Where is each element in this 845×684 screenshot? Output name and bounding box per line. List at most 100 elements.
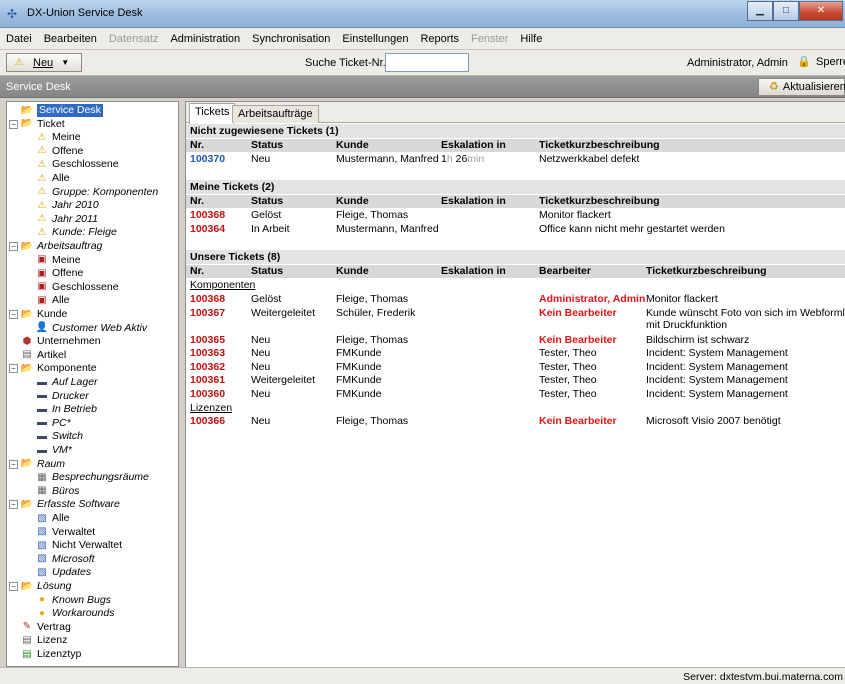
tree-item[interactable]: ▣ Offene bbox=[35, 267, 83, 280]
col-nr[interactable]: Nr. bbox=[190, 195, 204, 208]
tree-item[interactable]: ▬ Auf Lager bbox=[35, 376, 98, 389]
tree-item[interactable]: ▦ Büros bbox=[35, 485, 79, 498]
col-kunde[interactable]: Kunde bbox=[336, 195, 369, 208]
tree-item[interactable]: − 📂 Kunde bbox=[9, 308, 67, 321]
tree-item[interactable]: − 📂 Arbeitsauftrag bbox=[9, 240, 102, 253]
tree-item[interactable]: ▤ Lizenz bbox=[9, 634, 67, 647]
table-row[interactable]: 100363 Neu FMKunde Tester, Theo Incident: Sy… bbox=[186, 347, 845, 360]
tree-item[interactable]: − 📂 Lösung bbox=[9, 580, 71, 593]
tree-item[interactable]: ▬ In Betrieb bbox=[35, 403, 97, 416]
menu-item-hilfe[interactable]: Hilfe bbox=[520, 33, 542, 45]
tree-item[interactable]: 📂 Service Desk bbox=[9, 104, 103, 117]
tree-item[interactable]: ▣ Alle bbox=[35, 294, 69, 307]
ticket-number[interactable]: 100363 bbox=[190, 347, 225, 360]
table-row[interactable]: 100361 Weitergeleitet FMKunde Tester, Theo I… bbox=[186, 374, 845, 387]
table-row[interactable]: 100365 Neu Fleige, Thomas Kein Bearbeiter Bi… bbox=[186, 334, 845, 347]
ticket-number[interactable]: 100362 bbox=[190, 361, 225, 374]
ticket-number[interactable]: 100360 bbox=[190, 388, 225, 401]
collapse-toggle-icon[interactable]: − bbox=[9, 310, 18, 319]
table-row[interactable]: 100366 Neu Fleige, Thomas Kein Bearbeiter Mi… bbox=[186, 415, 845, 428]
col-beschreibung[interactable]: Ticketkurzbeschreibung bbox=[539, 195, 660, 208]
tree-item[interactable]: ⚠ Kunde: Fleige bbox=[35, 226, 117, 239]
dropdown-arrow-icon[interactable]: ▼ bbox=[61, 58, 69, 67]
ticket-number[interactable]: 100370 bbox=[190, 153, 225, 166]
maximize-button[interactable]: □ bbox=[773, 1, 799, 21]
ticket-number[interactable]: 100365 bbox=[190, 334, 225, 347]
table-row[interactable]: 100367 Weitergeleitet Schüler, Frederik Kei… bbox=[186, 307, 845, 331]
tree-item[interactable]: ▤ Lizenztyp bbox=[9, 648, 81, 661]
table-row[interactable]: 100364 In Arbeit Mustermann, Manfred Off… bbox=[186, 223, 845, 236]
tree-item[interactable]: ⬢ Unternehmen bbox=[9, 335, 101, 348]
ticket-number[interactable]: 100364 bbox=[190, 223, 225, 236]
col-eskalation[interactable]: Eskalation in bbox=[441, 265, 506, 278]
table-row[interactable]: 100362 Neu FMKunde Tester, Theo Incident: Sy… bbox=[186, 361, 845, 374]
group-komponenten[interactable]: Komponenten bbox=[190, 279, 255, 291]
table-row[interactable]: 100368 Gelöst Fleige, Thomas Monitor fla… bbox=[186, 209, 845, 222]
tree-item[interactable]: ▬ VM* bbox=[35, 444, 72, 457]
collapse-toggle-icon[interactable]: − bbox=[9, 582, 18, 591]
col-nr[interactable]: Nr. bbox=[190, 265, 204, 278]
tree-item[interactable]: ⚠ Geschlossene bbox=[35, 158, 119, 171]
tree-item[interactable]: 👤 Customer Web Aktiv bbox=[35, 322, 147, 335]
refresh-button[interactable]: ♻ Aktualisieren bbox=[758, 78, 845, 96]
collapse-toggle-icon[interactable]: − bbox=[9, 119, 18, 129]
ticket-number[interactable]: 100368 bbox=[190, 293, 225, 306]
col-kunde[interactable]: Kunde bbox=[336, 265, 369, 278]
navigation-tree[interactable]: 📂 Service Desk − 📂 Ticket ⚠ Meine ⚠ Offene ⚠ Gesch… bbox=[6, 101, 179, 667]
ticket-search-input[interactable] bbox=[385, 53, 469, 72]
collapse-toggle-icon[interactable]: − bbox=[9, 459, 18, 469]
minimize-button[interactable]: ▁ bbox=[747, 1, 773, 21]
col-bearbeiter[interactable]: Bearbeiter bbox=[539, 265, 591, 278]
tree-item[interactable]: ▬ Drucker bbox=[35, 390, 89, 403]
table-row[interactable]: 100368 Gelöst Fleige, Thomas Administrator,… bbox=[186, 293, 845, 306]
col-status[interactable]: Status bbox=[251, 139, 283, 152]
tree-item[interactable]: ▧ Verwaltet bbox=[35, 526, 95, 539]
tree-item[interactable]: − 📂 Erfasste Software bbox=[9, 498, 120, 511]
close-button[interactable]: ✕ bbox=[799, 1, 843, 21]
tree-item[interactable]: ⚠ Meine bbox=[35, 131, 81, 144]
lock-button[interactable]: 🔒 Sperren bbox=[797, 56, 845, 68]
tree-item[interactable]: ▧ Updates bbox=[35, 566, 91, 579]
tree-item[interactable]: − 📂 Komponente bbox=[9, 362, 97, 375]
menu-item-synchronisation[interactable]: Synchronisation bbox=[252, 33, 330, 45]
tree-item[interactable]: ⚠ Offene bbox=[35, 145, 84, 158]
menu-item-datei[interactable]: Datei bbox=[6, 33, 32, 45]
tree-item[interactable]: ⚠ Jahr 2011 bbox=[35, 213, 98, 226]
ticket-number[interactable]: 100366 bbox=[190, 415, 225, 428]
col-eskalation[interactable]: Eskalation in bbox=[441, 139, 506, 152]
col-beschreibung[interactable]: Ticketkurzbeschreibung bbox=[539, 139, 660, 152]
col-status[interactable]: Status bbox=[251, 265, 283, 278]
new-button[interactable]: ⚠ Neu ▼ bbox=[6, 53, 82, 72]
menu-item-einstellungen[interactable]: Einstellungen bbox=[342, 33, 408, 45]
tree-item[interactable]: ▣ Geschlossene bbox=[35, 281, 118, 294]
col-beschreibung[interactable]: Ticketkurzbeschreibung bbox=[646, 265, 767, 278]
tree-item[interactable]: ✎ Vertrag bbox=[9, 621, 71, 634]
menu-item-reports[interactable]: Reports bbox=[420, 33, 459, 45]
tree-item[interactable]: ▤ Artikel bbox=[9, 349, 66, 362]
col-kunde[interactable]: Kunde bbox=[336, 139, 369, 152]
tree-item[interactable]: − 📂 Ticket bbox=[9, 118, 65, 131]
ticket-number[interactable]: 100368 bbox=[190, 209, 225, 222]
tree-item[interactable]: ▧ Nicht Verwaltet bbox=[35, 539, 122, 552]
menu-item-bearbeiten[interactable]: Bearbeiten bbox=[44, 33, 97, 45]
ticket-number[interactable]: 100361 bbox=[190, 374, 225, 387]
collapse-toggle-icon[interactable]: − bbox=[9, 242, 18, 251]
tab-work-orders[interactable]: Arbeitsaufträge bbox=[232, 105, 319, 123]
col-nr[interactable]: Nr. bbox=[190, 139, 204, 152]
tree-item[interactable]: ⚠ Jahr 2010 bbox=[35, 199, 99, 212]
tree-item[interactable]: ⚠ Gruppe: Komponenten bbox=[35, 186, 159, 199]
tree-item[interactable]: ▣ Meine bbox=[35, 254, 80, 267]
group-lizenzen[interactable]: Lizenzen bbox=[190, 402, 232, 414]
tree-item[interactable]: ▧ Microsoft bbox=[35, 553, 94, 566]
table-row[interactable]: 100360 Neu FMKunde Tester, Theo Incident: Sy… bbox=[186, 388, 845, 401]
ticket-number[interactable]: 100367 bbox=[190, 307, 225, 320]
tree-item[interactable]: ▦ Besprechungsräume bbox=[35, 471, 149, 484]
col-status[interactable]: Status bbox=[251, 195, 283, 208]
tree-item[interactable]: ▬ PC* bbox=[35, 417, 71, 430]
menu-item-administration[interactable]: Administration bbox=[170, 33, 240, 45]
tab-tickets[interactable]: Tickets bbox=[189, 103, 236, 124]
tree-item[interactable]: − 📂 Raum bbox=[9, 458, 65, 471]
table-row[interactable]: 100370 Neu Mustermann, Manfred 1h 26min … bbox=[186, 153, 845, 166]
tree-item[interactable]: ▬ Switch bbox=[35, 430, 83, 443]
col-eskalation[interactable]: Eskalation in bbox=[441, 195, 506, 208]
